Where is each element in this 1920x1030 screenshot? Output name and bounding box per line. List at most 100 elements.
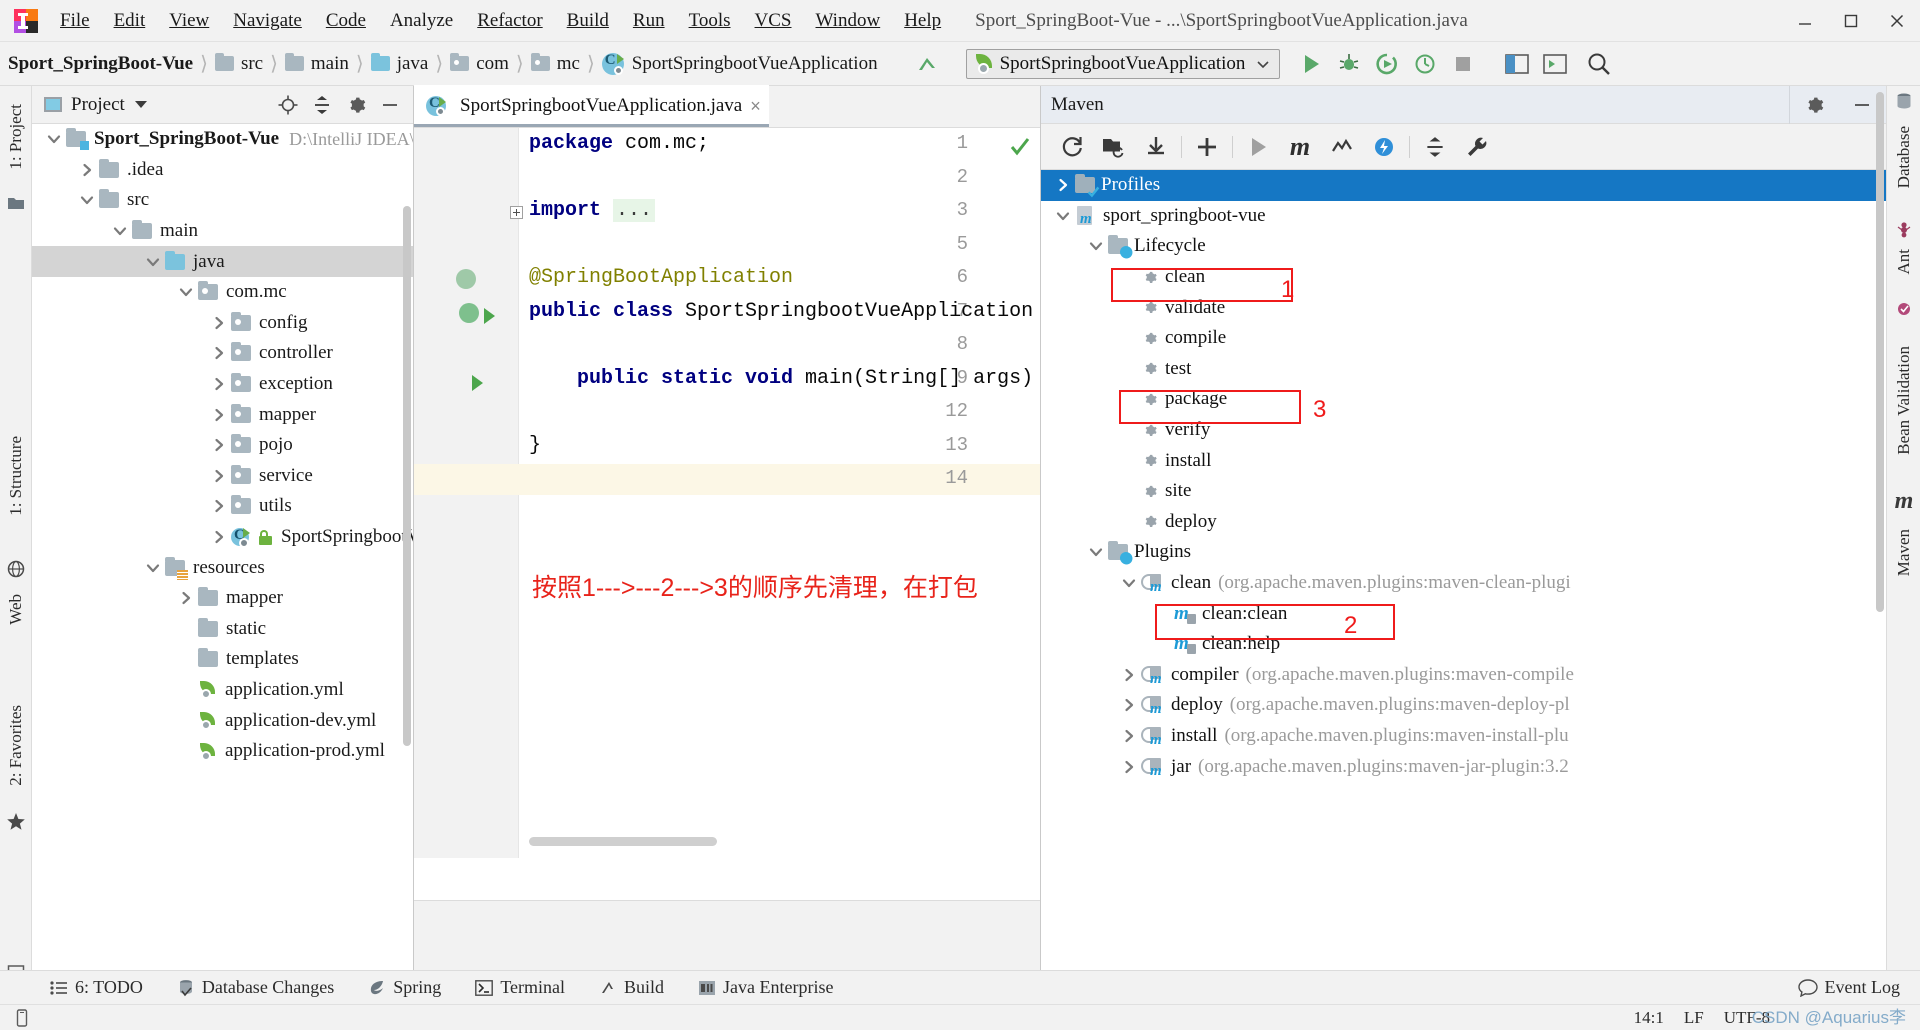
maven-tree-row[interactable]: m clean (org.apache.maven.plugins:maven-cl… (1041, 568, 1886, 599)
maven-settings-button[interactable] (1790, 94, 1838, 116)
menu-edit[interactable]: Edit (102, 6, 158, 36)
maven-tree-row[interactable]: package (1041, 384, 1886, 415)
breadcrumb-class[interactable]: SportSpringbootVueApplication (601, 52, 878, 75)
maven-collapse-all-button[interactable] (1414, 126, 1456, 168)
maven-tree-row[interactable]: Lifecycle (1041, 231, 1886, 262)
locate-file-button[interactable] (271, 88, 305, 122)
toolwindow-todo[interactable]: 6: TODO (50, 977, 143, 998)
maven-tree-row[interactable]: verify (1041, 415, 1886, 446)
code-line[interactable]: } (529, 434, 541, 457)
chevron-right-icon[interactable] (1051, 177, 1075, 193)
strip-bean-validation-icon-holder[interactable] (1887, 298, 1920, 320)
generate-sources-button[interactable] (1093, 126, 1135, 168)
menu-build[interactable]: Build (555, 6, 621, 36)
reimport-button[interactable] (1051, 126, 1093, 168)
strip-maven-icon-holder[interactable]: m (1887, 486, 1920, 516)
caret-position[interactable]: 14:1 (1634, 1008, 1664, 1028)
chevron-right-icon[interactable] (207, 345, 231, 361)
chevron-down-icon[interactable] (134, 101, 147, 108)
project-tree-row[interactable]: mapper (32, 399, 413, 430)
strip-web-button[interactable]: Web (0, 576, 32, 642)
editor-tab-sportspringbootvueapplication[interactable]: SportSpringbootVueApplication.java × (414, 85, 769, 127)
strip-maven-button[interactable]: Maven (1887, 516, 1920, 590)
maven-tree-row[interactable]: m clean:clean (1041, 598, 1886, 629)
project-tree-row[interactable]: com.mc (32, 277, 413, 308)
project-settings-button[interactable] (339, 88, 373, 122)
chevron-right-icon[interactable] (207, 437, 231, 453)
breadcrumb-mc[interactable]: mc (530, 53, 580, 75)
search-everywhere-button[interactable] (1580, 45, 1618, 83)
project-tree-row[interactable]: Sport_SpringBoot-Vue D:\IntelliJ IDEA\Id (32, 124, 413, 155)
execute-goal-button[interactable]: m (1279, 126, 1321, 168)
chevron-right-icon[interactable] (1117, 728, 1141, 744)
toolwindow-spring[interactable]: Spring (368, 977, 441, 998)
maximize-button[interactable] (1828, 0, 1874, 42)
code-fold-toggle[interactable] (510, 206, 523, 219)
project-tree-row[interactable]: resources (32, 552, 413, 583)
project-tree-row[interactable]: application.yml (32, 675, 413, 706)
maven-tree-row[interactable]: clean (1041, 262, 1886, 293)
chevron-right-icon[interactable] (207, 315, 231, 331)
chevron-down-icon[interactable] (141, 560, 165, 576)
strip-favorites-button[interactable]: 2: Favorites (0, 686, 32, 804)
project-tree-row[interactable]: exception (32, 369, 413, 400)
chevron-right-icon[interactable] (207, 529, 231, 545)
collapse-all-button[interactable] (305, 88, 339, 122)
maven-tree-row[interactable]: m jar (org.apache.maven.plugins:maven-jar-… (1041, 751, 1886, 782)
maven-tree-row[interactable]: site (1041, 476, 1886, 507)
maven-tree-row[interactable]: m install (org.apache.maven.plugins:maven-… (1041, 721, 1886, 752)
maven-tree-row[interactable]: m deploy (org.apache.maven.plugins:maven-d… (1041, 690, 1886, 721)
chevron-right-icon[interactable] (207, 498, 231, 514)
project-tree-row[interactable]: .idea (32, 155, 413, 186)
run-gutter-icon[interactable] (472, 374, 483, 391)
project-tree-row[interactable]: config (32, 308, 413, 339)
event-log-button[interactable]: Event Log (1797, 977, 1900, 998)
run-gutter-icon[interactable] (484, 307, 495, 324)
project-tree-row[interactable]: service (32, 461, 413, 492)
strip-structure-button[interactable]: 1: Structure (0, 416, 32, 536)
breadcrumb-project[interactable]: Sport_SpringBoot-Vue (8, 53, 193, 75)
project-tree[interactable]: Sport_SpringBoot-Vue D:\IntelliJ IDEA\Id.… (32, 124, 413, 948)
project-tree-row[interactable]: java (32, 246, 413, 277)
chevron-right-icon[interactable] (1117, 759, 1141, 775)
project-tree-row[interactable]: controller (32, 338, 413, 369)
maven-scrollbar[interactable] (1876, 92, 1884, 612)
run-maven-build-button[interactable] (1237, 126, 1279, 168)
menu-file[interactable]: File (48, 6, 102, 36)
menu-refactor[interactable]: Refactor (465, 6, 554, 36)
editor-horizontal-scrollbar[interactable] (529, 837, 717, 846)
project-tree-row[interactable]: application-prod.yml (32, 736, 413, 767)
chevron-down-icon[interactable] (1051, 208, 1075, 224)
chevron-right-icon[interactable] (174, 590, 198, 606)
minimize-button[interactable] (1782, 0, 1828, 42)
project-tree-row[interactable]: templates (32, 644, 413, 675)
maven-tree-row[interactable]: validate (1041, 292, 1886, 323)
run-configuration-selector[interactable]: SportSpringbootVueApplication (965, 48, 1281, 79)
project-tree-row[interactable]: main (32, 216, 413, 247)
menu-tools[interactable]: Tools (677, 6, 743, 36)
debug-button[interactable] (1330, 45, 1368, 83)
maven-tree-row[interactable]: Profiles (1041, 170, 1886, 201)
run-button[interactable] (1292, 45, 1330, 83)
line-separator[interactable]: LF (1684, 1008, 1704, 1028)
chevron-right-icon[interactable] (207, 407, 231, 423)
project-tree-row[interactable]: mapper (32, 583, 413, 614)
chevron-right-icon[interactable] (1117, 697, 1141, 713)
menu-navigate[interactable]: Navigate (221, 6, 314, 36)
maven-tree-row[interactable]: Plugins (1041, 537, 1886, 568)
hide-panel-button[interactable] (373, 88, 407, 122)
strip-project-icon-holder[interactable] (0, 186, 32, 220)
code-line[interactable]: @SpringBootApplication (529, 266, 793, 289)
toolwindow-terminal[interactable]: Terminal (475, 977, 565, 998)
chevron-right-icon[interactable] (207, 376, 231, 392)
strip-ant-button[interactable]: Ant (1887, 240, 1920, 284)
toolwindow-database-changes[interactable]: Database Changes (177, 977, 334, 998)
menu-analyze[interactable]: Analyze (378, 6, 465, 36)
spring-run-gutter-icon[interactable] (459, 302, 479, 323)
chevron-down-icon[interactable] (108, 223, 132, 239)
toolwindow-build[interactable]: Build (599, 977, 664, 998)
chevron-down-icon[interactable] (1117, 575, 1141, 591)
breadcrumb-com[interactable]: com (450, 53, 509, 75)
project-tree-row[interactable]: C SportSpringbootVu (32, 522, 413, 553)
project-tree-row[interactable]: utils (32, 491, 413, 522)
